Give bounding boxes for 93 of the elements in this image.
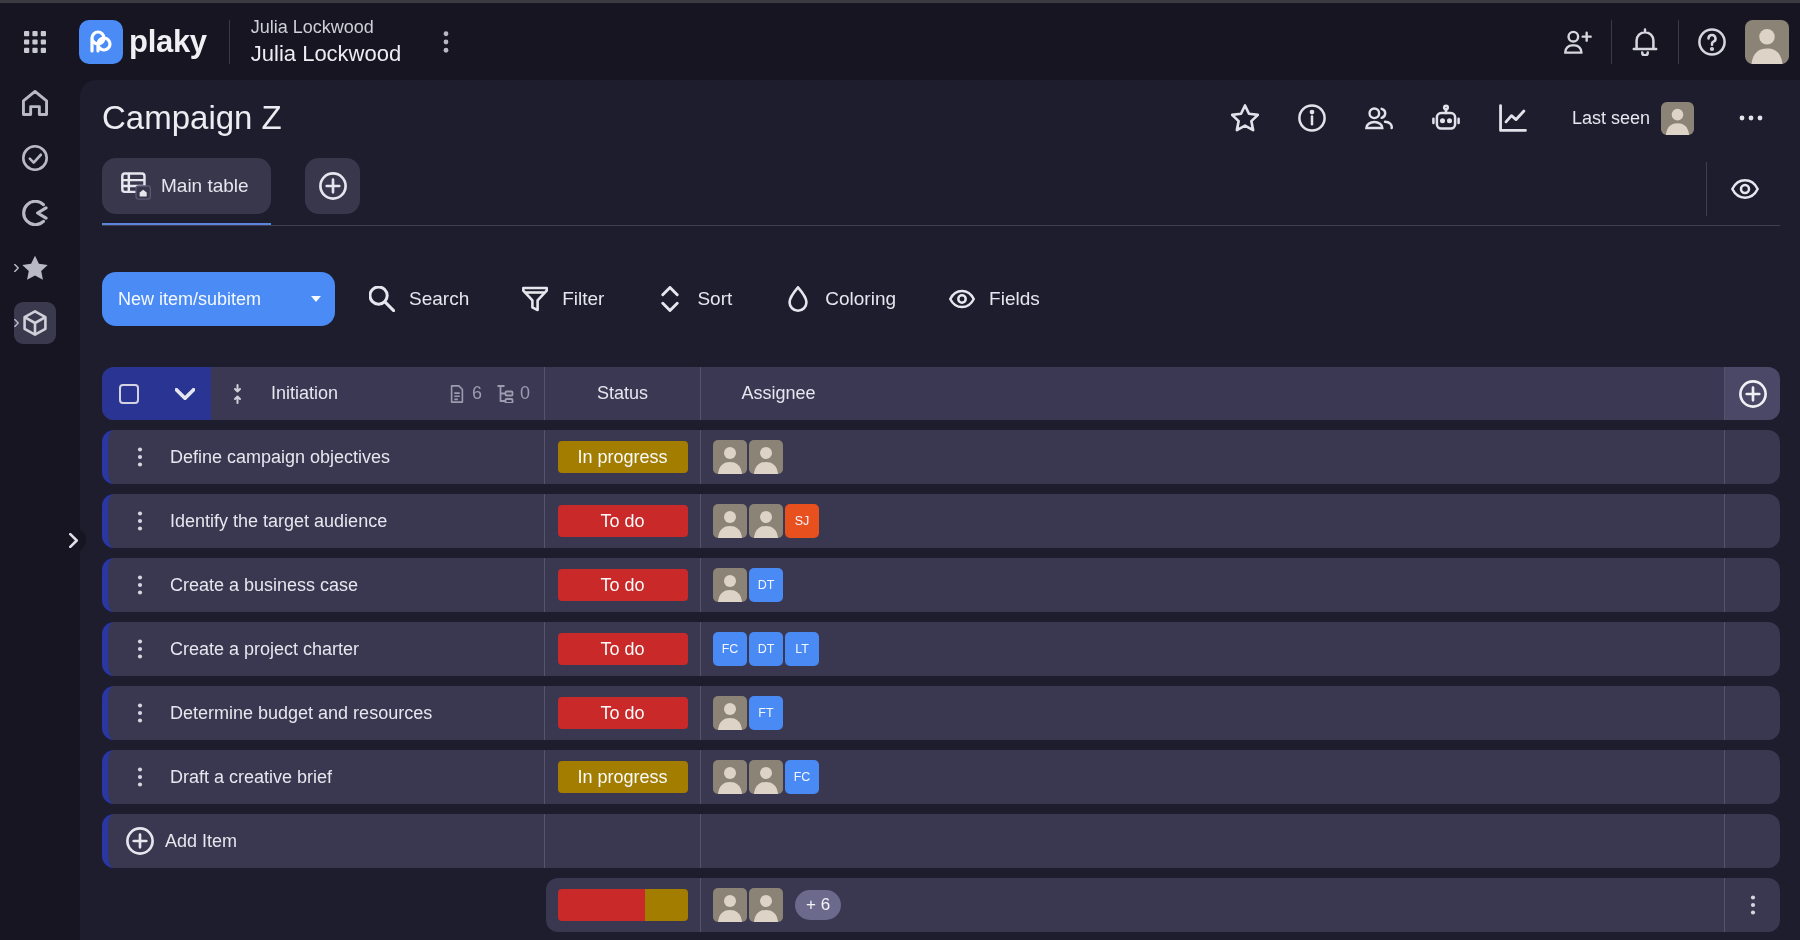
item-name: Create a project charter	[170, 638, 360, 660]
star-icon	[22, 255, 48, 281]
status-badge[interactable]: To do	[557, 569, 688, 601]
select-all-checkbox[interactable]	[119, 383, 139, 404]
avatar-icon	[713, 760, 747, 794]
kebab-icon[interactable]	[137, 447, 143, 467]
search-icon	[369, 286, 395, 312]
avatar-icon	[713, 568, 747, 602]
subitem-count: 0	[520, 383, 530, 404]
plus-circle-icon	[126, 827, 154, 855]
kebab-icon[interactable]	[137, 703, 143, 723]
item-name: Define campaign objectives	[170, 446, 391, 468]
kebab-icon[interactable]	[1749, 895, 1756, 915]
table-row[interactable]: Create a business case To do DT	[102, 558, 1780, 612]
more-icon[interactable]	[1739, 115, 1763, 121]
kebab-icon[interactable]	[137, 511, 143, 531]
robot-icon[interactable]	[1431, 104, 1460, 132]
avatar-icon	[713, 440, 747, 474]
check-circle-icon	[22, 145, 48, 171]
info-icon[interactable]	[1297, 104, 1326, 132]
initials-avatar: SJ	[785, 504, 819, 538]
item-name: Create a business case	[170, 574, 359, 596]
plus-circle-icon	[1738, 379, 1767, 408]
initials-avatar: FC	[785, 760, 819, 794]
item-count: 6	[471, 383, 482, 404]
users-icon[interactable]	[1364, 104, 1393, 132]
group-title: Initiation	[271, 383, 339, 404]
sort-button[interactable]: Sort	[657, 286, 733, 312]
kebab-icon[interactable]	[443, 30, 450, 53]
more-assignees-badge[interactable]: + 6	[795, 890, 842, 920]
status-badge[interactable]: In progress	[557, 441, 688, 473]
filter-button[interactable]: Filter	[522, 286, 605, 312]
table-icon	[121, 172, 151, 200]
chevron-right-icon	[68, 532, 78, 548]
view-tab[interactable]: Main table	[102, 158, 271, 214]
collapse-arrows-icon[interactable]	[233, 383, 242, 404]
status-badge[interactable]: To do	[557, 505, 688, 537]
star-outline-icon[interactable]	[1230, 104, 1259, 132]
add-view-button[interactable]	[305, 158, 360, 214]
search-button[interactable]: Search	[369, 286, 470, 312]
table-row[interactable]: Identify the target audience To do SJ	[102, 494, 1780, 548]
avatar-icon[interactable]	[1661, 101, 1694, 135]
add-column-button[interactable]	[1724, 367, 1780, 420]
cube-icon	[22, 310, 48, 336]
coloring-button[interactable]: Coloring	[785, 286, 897, 312]
status-badge[interactable]: To do	[557, 633, 688, 665]
bell-icon[interactable]	[1631, 27, 1659, 56]
board-title: Campaign Z	[102, 99, 282, 137]
initials-avatar: FC	[713, 632, 747, 666]
table-row[interactable]: Create a project charter To do FC DT LT	[102, 622, 1780, 676]
table-row[interactable]: Determine budget and resources To do FT	[102, 686, 1780, 740]
status-badge[interactable]: In progress	[557, 761, 688, 793]
add-item-button[interactable]: Add Item	[126, 827, 238, 855]
last-seen-label: Last seen	[1571, 107, 1650, 129]
home-icon	[22, 90, 48, 116]
table-row[interactable]: Define campaign objectives In progress	[102, 430, 1780, 484]
initials-avatar: DT	[749, 632, 783, 666]
item-name: Determine budget and resources	[170, 702, 433, 724]
table-row[interactable]: Draft a creative brief In progress FC	[102, 750, 1780, 804]
workspace-name: Julia Lockwood	[250, 16, 375, 38]
help-icon[interactable]	[1698, 27, 1726, 56]
avatar-icon	[749, 504, 783, 538]
kebab-icon[interactable]	[137, 767, 143, 787]
partial-ring-icon	[22, 200, 48, 226]
kebab-icon[interactable]	[137, 575, 143, 595]
initials-avatar: FT	[749, 696, 783, 730]
initials-avatar: LT	[785, 632, 819, 666]
avatar-icon[interactable]	[1745, 19, 1789, 64]
item-name: Draft a creative brief	[170, 766, 333, 788]
logo-wordmark: plaky	[129, 23, 207, 60]
plus-circle-icon	[318, 172, 347, 200]
item-name: Identify the target audience	[170, 510, 388, 532]
column-header: Status	[597, 383, 648, 404]
initials-avatar: DT	[749, 568, 783, 602]
status-badge[interactable]: To do	[557, 697, 688, 729]
logo-icon[interactable]	[79, 19, 123, 64]
user-name: Julia Lockwood	[250, 40, 402, 67]
avatar-icon	[713, 888, 747, 922]
avatar-icon	[713, 696, 747, 730]
avatar-icon	[749, 440, 783, 474]
avatar-icon	[749, 760, 783, 794]
avatar-icon	[749, 888, 783, 922]
kebab-icon[interactable]	[137, 639, 143, 659]
column-header: Assignee	[741, 383, 816, 404]
funnel-icon	[522, 286, 549, 312]
apps-grid-icon[interactable]	[24, 30, 46, 53]
avatar-icon	[713, 504, 747, 538]
line-chart-icon[interactable]	[1498, 104, 1527, 132]
subitem-tree-icon	[496, 384, 514, 403]
fields-button[interactable]: Fields	[949, 286, 1040, 312]
sidebar-item[interactable]	[14, 302, 56, 344]
caret-down-icon	[311, 296, 321, 302]
chevron-down-icon[interactable]	[175, 387, 195, 400]
